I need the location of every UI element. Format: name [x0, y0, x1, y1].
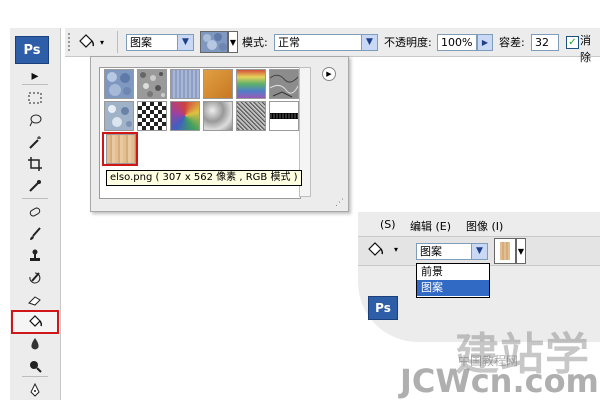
history-brush-icon — [29, 272, 41, 284]
inset-pattern-arrow-icon[interactable]: ▼ — [516, 238, 526, 264]
mode-label: 模式: — [242, 36, 268, 49]
magic-wand-tool-icon[interactable] — [24, 132, 46, 152]
pattern-checker[interactable] — [137, 101, 167, 131]
chevron-down-icon: ▼ — [361, 35, 377, 50]
dodge-icon — [30, 361, 42, 373]
pattern-blue-fabric[interactable] — [170, 69, 200, 99]
pattern-clouds[interactable] — [203, 101, 233, 131]
tool-preset-arrow-icon[interactable]: ▾ — [100, 38, 104, 47]
tolerance-label: 容差: — [499, 36, 525, 49]
stamp-icon — [30, 249, 40, 261]
bubbles-pattern-icon — [107, 72, 131, 96]
inset-pattern-swatch[interactable] — [494, 238, 516, 264]
drop-icon — [31, 338, 39, 350]
tool-divider — [22, 376, 48, 377]
eraser-tool-icon[interactable] — [24, 290, 46, 310]
fill-source-select[interactable]: 图案 ▼ — [126, 34, 194, 51]
pattern-stripes[interactable] — [269, 101, 299, 131]
paint-bucket-icon — [29, 315, 43, 327]
current-tool-preset[interactable] — [77, 32, 99, 52]
molecular-pattern-icon — [108, 105, 132, 127]
inset-menu-bar: (S) 编辑 (E) 图像 (I) — [358, 214, 600, 234]
lasso-tool-icon[interactable] — [24, 110, 46, 130]
pattern-multicolor[interactable] — [170, 101, 200, 131]
gravel-pattern-icon — [140, 72, 165, 97]
mode-select[interactable]: 正常 ▼ — [274, 34, 378, 51]
pattern-noise[interactable] — [236, 101, 266, 131]
tool-divider — [22, 84, 48, 85]
chevron-down-icon: ▼ — [471, 244, 487, 259]
tolerance-input[interactable]: 32 — [531, 34, 559, 51]
move-tool-icon[interactable]: ▸ — [24, 66, 46, 86]
options-divider — [117, 31, 118, 53]
pattern-gravel[interactable] — [137, 69, 167, 99]
paint-bucket-tool-icon[interactable] — [24, 312, 46, 332]
pattern-bubbles[interactable] — [104, 69, 134, 99]
antialias-checkbox[interactable]: ✓ — [566, 36, 579, 49]
inset-menu-image[interactable]: 图像 (I) — [466, 218, 503, 234]
eyedropper-icon — [29, 180, 41, 192]
healing-icon — [29, 207, 41, 217]
inset-tool-preset[interactable] — [366, 240, 388, 263]
photoshop-logo[interactable]: Ps — [15, 36, 49, 64]
selected-pattern-highlight — [102, 132, 138, 166]
brush-tool-icon[interactable] — [24, 224, 46, 244]
inset-menu-item[interactable]: (S) — [380, 218, 396, 231]
inset-photoshop-logo: Ps — [368, 296, 398, 320]
marquee-tool-icon[interactable] — [24, 88, 46, 108]
dropdown-option-pattern[interactable]: 图案 — [417, 280, 489, 296]
inset-fill-source-value: 图案 — [420, 245, 442, 258]
crop-tool-icon[interactable] — [24, 154, 46, 174]
pattern-rock[interactable] — [269, 69, 299, 99]
picker-menu-arrow-icon[interactable]: ▶ — [322, 67, 336, 81]
antialias-label: 消除 — [580, 34, 591, 64]
blur-tool-icon[interactable] — [24, 334, 46, 354]
brush-icon — [30, 227, 41, 240]
history-brush-tool-icon[interactable] — [24, 268, 46, 288]
pen-icon — [30, 383, 40, 397]
stripes-pattern-icon — [270, 113, 298, 119]
options-grip[interactable] — [68, 33, 73, 51]
pattern-tooltip: elso.png ( 307 x 562 像素 , RGB 模式 ) — [106, 170, 302, 186]
lasso-icon — [29, 114, 42, 127]
marquee-icon — [28, 92, 42, 104]
inset-fill-source-select[interactable]: 图案 ▼ — [416, 243, 488, 260]
healing-tool-icon[interactable] — [24, 202, 46, 222]
fill-source-dropdown-list: 前景 图案 — [416, 263, 490, 298]
dropdown-option-foreground[interactable]: 前景 — [417, 264, 489, 280]
pattern-rainbow[interactable] — [236, 69, 266, 99]
mode-value: 正常 — [278, 36, 300, 49]
paint-bucket-icon — [79, 34, 95, 48]
eraser-icon — [28, 296, 41, 306]
paint-bucket-icon — [368, 242, 384, 256]
watermark-domain: JCWcn.com — [400, 362, 599, 400]
bubbles-pattern-icon — [203, 33, 227, 51]
rock-pattern-icon — [269, 74, 299, 98]
wood-pattern-icon — [500, 242, 510, 260]
opacity-label: 不透明度: — [384, 36, 432, 49]
chevron-down-icon: ▼ — [177, 35, 193, 50]
crop-icon — [28, 157, 42, 171]
pen-tool-icon[interactable] — [24, 380, 46, 400]
pattern-wood-orange[interactable] — [203, 69, 233, 99]
stamp-tool-icon[interactable] — [24, 246, 46, 266]
opacity-slider-arrow-icon[interactable]: ▶ — [477, 34, 493, 51]
inset-menu-edit[interactable]: 编辑 (E) — [410, 218, 451, 234]
resize-grip-icon[interactable]: ⋰ — [335, 198, 345, 208]
pattern-swatch[interactable] — [200, 31, 228, 53]
opacity-input[interactable]: 100% — [437, 34, 477, 51]
fill-source-value: 图案 — [130, 36, 152, 49]
pattern-dropdown-arrow-icon[interactable]: ▼ — [228, 31, 238, 53]
magic-wand-icon — [29, 136, 41, 149]
pattern-molecular[interactable] — [104, 101, 134, 131]
inset-preset-arrow-icon[interactable]: ▾ — [394, 245, 398, 254]
slice-tool-icon[interactable] — [24, 176, 46, 196]
tool-divider — [22, 198, 48, 199]
dodge-tool-icon[interactable] — [24, 356, 46, 376]
